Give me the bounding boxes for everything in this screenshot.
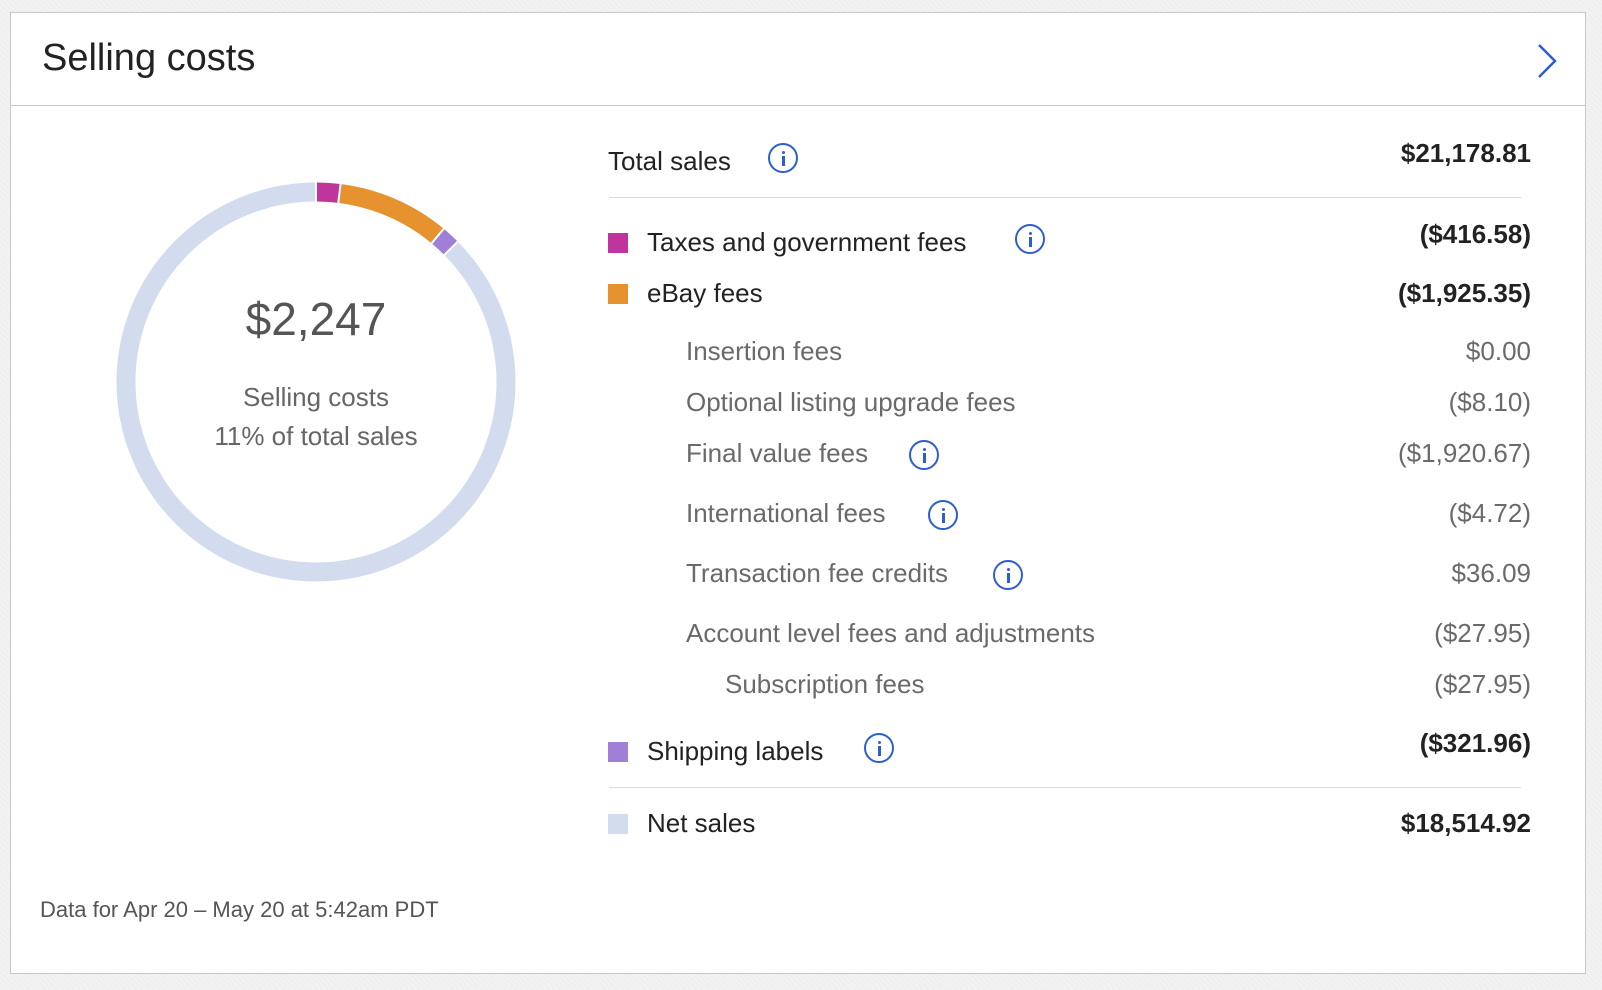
- subscription-fees-amount: ($27.95): [1434, 669, 1531, 699]
- taxes-amount: ($416.58): [1419, 219, 1531, 249]
- transaction-fee-credits-row: Transaction fee credits $36.09: [11, 558, 1585, 598]
- final-value-fees-row: Final value fees ($1,920.67): [11, 438, 1585, 478]
- international-fees-amount: ($4.72): [1448, 498, 1531, 528]
- account-level-fees-label: Account level fees and adjustments: [686, 618, 1096, 648]
- info-icon[interactable]: [864, 733, 894, 763]
- subscription-fees-label: Subscription fees: [725, 669, 925, 699]
- divider: [609, 787, 1521, 788]
- ebay-fees-amount: ($1,925.35): [1398, 278, 1531, 308]
- international-fees-row: International fees ($4.72): [11, 498, 1585, 538]
- shipping-labels-label: Shipping labels: [647, 736, 824, 766]
- taxes-label: Taxes and government fees: [647, 227, 967, 257]
- ebay-fees-row: eBay fees ($1,925.35): [11, 278, 1585, 318]
- taxes-row: Taxes and government fees ($416.58): [11, 219, 1585, 267]
- taxes-swatch: [608, 233, 628, 253]
- divider: [609, 197, 1521, 198]
- transaction-fee-credits-label: Transaction fee credits: [686, 558, 949, 588]
- shipping-labels-swatch: [608, 742, 628, 762]
- ebay-fees-label: eBay fees: [647, 278, 763, 308]
- card-title: Selling costs: [42, 37, 256, 79]
- info-icon[interactable]: [1015, 224, 1045, 254]
- optional-upgrade-fees-label: Optional listing upgrade fees: [686, 387, 1016, 417]
- data-timestamp: Data for Apr 20 – May 20 at 5:42am PDT: [40, 897, 439, 922]
- optional-upgrade-fees-amount: ($8.10): [1448, 387, 1531, 417]
- net-sales-row: Net sales $18,514.92: [11, 808, 1585, 848]
- final-value-fees-amount: ($1,920.67): [1398, 438, 1531, 468]
- insertion-fees-label: Insertion fees: [686, 336, 843, 366]
- shipping-labels-row: Shipping labels ($321.96): [11, 728, 1585, 776]
- total-sales-amount: $21,178.81: [1400, 138, 1531, 168]
- account-level-fees-amount: ($27.95): [1434, 618, 1531, 648]
- shipping-labels-amount: ($321.96): [1419, 728, 1531, 758]
- transaction-fee-credits-amount: $36.09: [1451, 558, 1531, 588]
- info-icon[interactable]: [928, 500, 958, 530]
- net-sales-swatch: [608, 814, 628, 834]
- card-header[interactable]: Selling costs: [11, 13, 1585, 106]
- final-value-fees-label: Final value fees: [686, 438, 869, 468]
- insertion-fees-amount: $0.00: [1465, 336, 1531, 366]
- info-icon[interactable]: [993, 560, 1023, 590]
- international-fees-label: International fees: [686, 498, 886, 528]
- account-level-fees-row: Account level fees and adjustments ($27.…: [11, 618, 1585, 658]
- chevron-right-icon[interactable]: [1533, 41, 1561, 81]
- info-icon[interactable]: [768, 143, 798, 173]
- net-sales-amount: $18,514.92: [1400, 808, 1531, 838]
- net-sales-label: Net sales: [647, 808, 756, 838]
- info-icon[interactable]: [909, 440, 939, 470]
- optional-upgrade-fees-row: Optional listing upgrade fees ($8.10): [11, 387, 1585, 427]
- selling-costs-card: Selling costs $2,247 Selling costs 11% o…: [10, 12, 1586, 974]
- total-sales-row: Total sales $21,178.81: [11, 138, 1585, 186]
- subscription-fees-row: Subscription fees ($27.95): [11, 669, 1585, 709]
- ebay-fees-swatch: [608, 284, 628, 304]
- total-sales-label: Total sales: [608, 146, 731, 176]
- insertion-fees-row: Insertion fees $0.00: [11, 336, 1585, 376]
